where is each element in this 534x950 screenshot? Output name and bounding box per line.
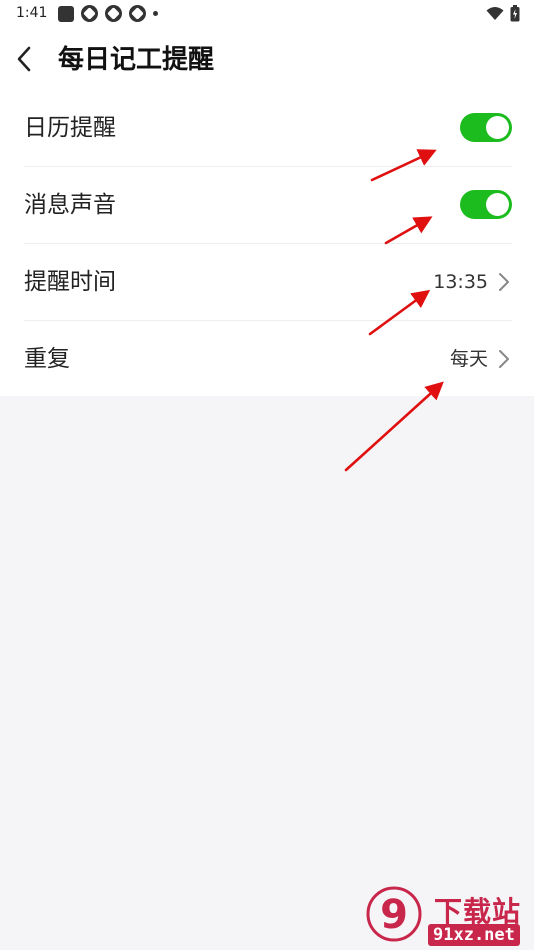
pinwheel-icon [129, 5, 146, 22]
message-sound-toggle[interactable] [460, 190, 512, 219]
pinwheel-icon [105, 5, 122, 22]
page-title: 每日记工提醒 [58, 45, 215, 75]
watermark: 9 下载站 91xz.net [362, 884, 530, 948]
back-button[interactable] [10, 42, 38, 76]
message-sound-row: 消息声音 [0, 167, 534, 244]
repeat-row[interactable]: 重复 每天 [0, 321, 534, 398]
chevron-right-icon [499, 273, 509, 291]
status-notification-icons [58, 5, 158, 22]
repeat-value: 每天 [449, 348, 488, 370]
status-system-icons [486, 5, 520, 22]
pinwheel-icon [81, 5, 98, 22]
svg-text:9: 9 [380, 892, 408, 938]
battery-icon [510, 5, 520, 22]
watermark-logo-icon: 9 [366, 886, 422, 942]
square-notification-icon [58, 5, 74, 22]
reminder-time-row[interactable]: 提醒时间 13:35 [0, 244, 534, 321]
settings-list: 日历提醒 消息声音 提醒时间 13:35 重复 每天 [0, 90, 534, 398]
status-time: 1:41 [16, 5, 48, 21]
header: 每日记工提醒 [0, 28, 534, 92]
message-sound-label: 消息声音 [24, 192, 116, 218]
dot-icon [153, 11, 158, 16]
status-bar: 1:41 [0, 0, 534, 28]
reminder-time-label: 提醒时间 [24, 269, 116, 295]
wifi-icon [486, 7, 504, 20]
calendar-reminder-row: 日历提醒 [0, 90, 534, 167]
toggle-knob [486, 116, 509, 139]
repeat-label: 重复 [24, 346, 70, 372]
chevron-left-icon [17, 46, 31, 72]
toggle-knob [486, 193, 509, 216]
chevron-right-icon [499, 350, 509, 368]
reminder-time-value: 13:35 [433, 271, 488, 293]
calendar-reminder-label: 日历提醒 [24, 115, 116, 141]
watermark-url: 91xz.net [428, 924, 520, 946]
calendar-reminder-toggle[interactable] [460, 113, 512, 142]
